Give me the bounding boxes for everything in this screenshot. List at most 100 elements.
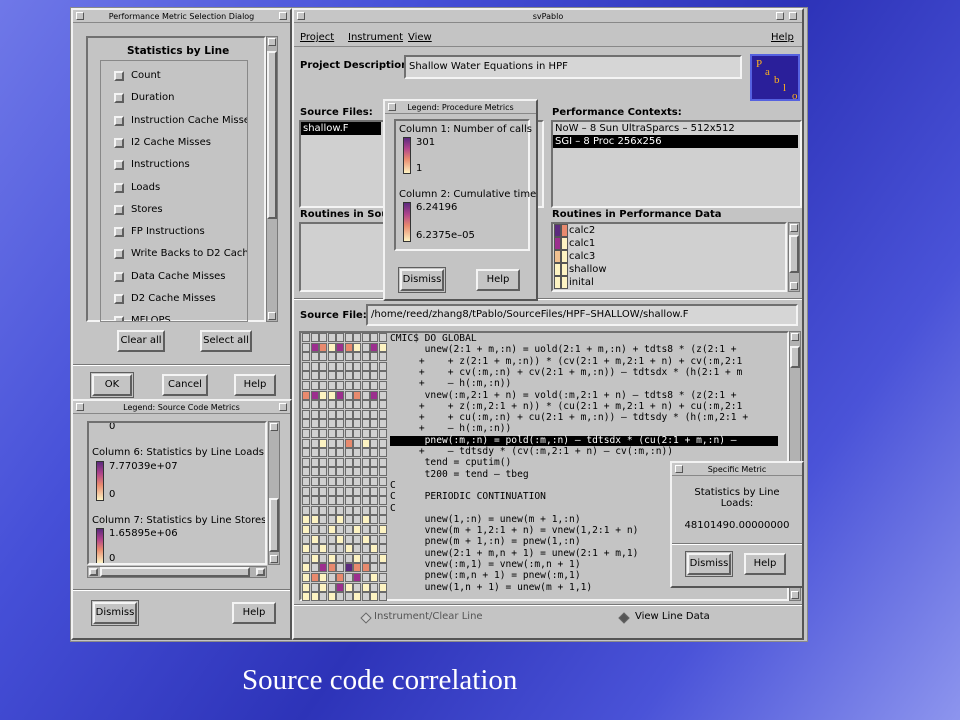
heatmap-cell[interactable] — [327, 361, 336, 371]
heatmap-cell[interactable] — [353, 419, 361, 429]
metric-checkbox[interactable] — [114, 71, 124, 81]
heatmap-cell[interactable] — [344, 592, 353, 602]
heatmap-cell[interactable] — [344, 352, 353, 362]
metric-checkbox[interactable] — [114, 294, 124, 304]
heatmap-cell[interactable] — [344, 448, 353, 458]
metric-checkbox[interactable] — [114, 115, 124, 126]
heatmap-cell[interactable] — [319, 534, 327, 544]
heatmap-cell[interactable] — [344, 477, 353, 486]
heatmap-cell[interactable] — [344, 515, 353, 525]
heatmap-cell[interactable] — [327, 333, 336, 342]
heatmap-cell[interactable] — [302, 563, 310, 573]
heatmap-cell[interactable] — [336, 553, 344, 563]
heatmap-cell[interactable] — [327, 371, 336, 381]
heatmap-cell[interactable] — [370, 573, 378, 582]
window-maximize-button[interactable] — [789, 12, 797, 20]
heatmap-cell[interactable] — [361, 534, 370, 544]
heatmap-cell[interactable] — [327, 544, 336, 554]
heatmap-cell[interactable] — [310, 361, 319, 371]
heatmap-cell[interactable] — [361, 553, 370, 563]
routines-in-perf-list[interactable]: calc2 calc1 calc3 shallow inital — [551, 222, 787, 292]
heatmap-cell[interactable] — [302, 457, 310, 467]
heatmap-cell[interactable] — [336, 381, 344, 390]
legend-proc-help-button[interactable]: Help — [476, 269, 520, 291]
code-line[interactable]: CMIC$ DO GLOBAL — [390, 333, 477, 344]
heatmap-cell[interactable] — [336, 409, 344, 419]
heatmap-cell[interactable] — [302, 438, 310, 448]
heatmap-cell[interactable] — [327, 419, 336, 429]
heatmap-cell[interactable] — [327, 448, 336, 458]
scroll-down-arrow[interactable] — [791, 591, 799, 599]
metric-checkbox[interactable] — [114, 182, 124, 193]
heatmap-cell[interactable] — [327, 573, 336, 582]
heatmap-cell[interactable] — [361, 477, 370, 486]
heatmap-cell[interactable] — [370, 553, 378, 563]
code-line[interactable]: C — [390, 503, 396, 514]
heatmap-cell[interactable] — [302, 525, 310, 534]
scroll-thumb[interactable] — [267, 51, 277, 219]
heatmap-cell[interactable] — [361, 361, 370, 371]
heatmap-cell[interactable] — [370, 371, 378, 381]
heatmap-cell[interactable] — [319, 371, 327, 381]
heatmap-cell[interactable] — [310, 390, 319, 400]
heatmap-cell[interactable] — [378, 544, 387, 554]
heatmap-cell[interactable] — [361, 486, 370, 496]
heatmap-cell[interactable] — [353, 544, 361, 554]
heatmap-cell[interactable] — [319, 390, 327, 400]
heatmap-cell[interactable] — [370, 582, 378, 592]
routine-row[interactable]: inital — [553, 276, 785, 289]
heatmap-cell[interactable] — [310, 333, 319, 342]
metric-checkbox[interactable] — [114, 271, 124, 282]
scroll-up-arrow[interactable] — [790, 224, 798, 232]
heatmap-cell[interactable] — [344, 390, 353, 400]
heatmap-cell[interactable] — [336, 592, 344, 602]
metric-list-scrollbar[interactable] — [266, 36, 278, 322]
code-line[interactable]: + – h(:m,:n)) — [390, 378, 511, 389]
heatmap-cell[interactable] — [310, 371, 319, 381]
heatmap-cell[interactable] — [344, 429, 353, 438]
heatmap-cell[interactable] — [361, 592, 370, 602]
heatmap-cell[interactable] — [378, 553, 387, 563]
heatmap-cell[interactable] — [336, 563, 344, 573]
heatmap-cell[interactable] — [319, 544, 327, 554]
heatmap-cell[interactable] — [319, 553, 327, 563]
heatmap-cell[interactable] — [361, 438, 370, 448]
heatmap-cell[interactable] — [378, 352, 387, 362]
heatmap-cell[interactable] — [319, 573, 327, 582]
heatmap-cell[interactable] — [361, 371, 370, 381]
heatmap-cell[interactable] — [336, 505, 344, 515]
scroll-up-arrow[interactable] — [268, 38, 276, 46]
heatmap-cell[interactable] — [302, 534, 310, 544]
heatmap-cell[interactable] — [319, 563, 327, 573]
legend-src-titlebar[interactable]: Legend: Source Code Metrics — [73, 401, 290, 414]
heatmap-cell[interactable] — [336, 457, 344, 467]
heatmap-cell[interactable] — [327, 486, 336, 496]
heatmap-cell[interactable] — [336, 573, 344, 582]
heatmap-cell[interactable] — [344, 409, 353, 419]
heatmap-cell[interactable] — [327, 505, 336, 515]
code-line[interactable]: unew(2:1 + m,:n) = uold(2:1 + m,:n) + td… — [390, 345, 737, 355]
heatmap-cell[interactable] — [310, 438, 319, 448]
specific-titlebar[interactable]: Specific Metric — [672, 463, 802, 476]
heatmap-cell[interactable] — [344, 496, 353, 506]
heatmap-cell[interactable] — [336, 515, 344, 525]
menu-view[interactable]: View — [408, 32, 432, 43]
heatmap-cell[interactable] — [353, 333, 361, 342]
heatmap-cell[interactable] — [310, 563, 319, 573]
heatmap-cell[interactable] — [336, 525, 344, 534]
heatmap-cell[interactable] — [344, 505, 353, 515]
heatmap-cell[interactable] — [319, 333, 327, 342]
metric-checkbox[interactable] — [114, 204, 124, 215]
heatmap-cell[interactable] — [319, 477, 327, 486]
heatmap-cell[interactable] — [370, 592, 378, 602]
heatmap-cell[interactable] — [310, 352, 319, 362]
heatmap-cell[interactable] — [319, 457, 327, 467]
heatmap-cell[interactable] — [302, 467, 310, 477]
code-line[interactable]: pnew(:m,n + 1) = pnew(:m,1) — [390, 571, 581, 581]
heatmap-cell[interactable] — [344, 534, 353, 544]
heatmap-cell[interactable] — [310, 534, 319, 544]
heatmap-cell[interactable] — [353, 352, 361, 362]
heatmap-cell[interactable] — [361, 525, 370, 534]
code-line[interactable]: + + cu(:m,:n) + cu(2:1 + m,:n)) – tdtsdy… — [390, 412, 748, 423]
code-line-selected[interactable]: pnew(:m,:n) = pold(:m,:n) – tdtsdx * (cu… — [390, 435, 778, 446]
